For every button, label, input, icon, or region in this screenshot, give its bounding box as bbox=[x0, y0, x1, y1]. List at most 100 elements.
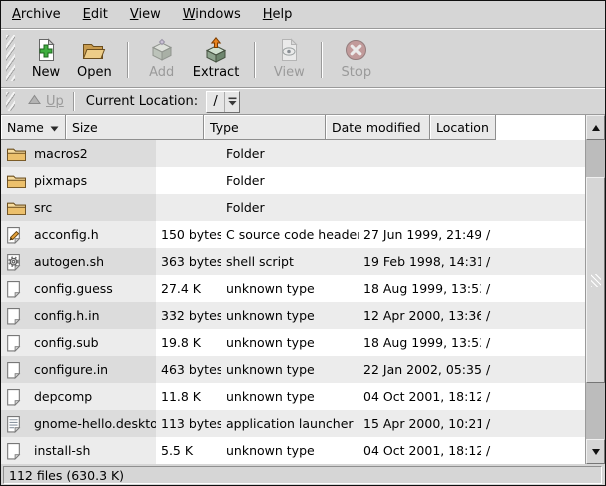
location-cell: / bbox=[481, 275, 585, 302]
type-cell: Folder bbox=[221, 140, 359, 167]
type-cell: shell script bbox=[221, 248, 359, 275]
location-cell bbox=[481, 194, 585, 221]
file-name: macros2 bbox=[34, 146, 88, 161]
menu-item[interactable]: Edit bbox=[72, 2, 119, 27]
menu-item-label: Help bbox=[263, 7, 293, 22]
name-cell: config.guess bbox=[1, 275, 156, 302]
name-cell: gnome-hello.desktop bbox=[1, 410, 156, 437]
size-cell: 332 bytes bbox=[156, 302, 221, 329]
toolbar-button[interactable]: Stop bbox=[332, 35, 380, 82]
file-name: autogen.sh bbox=[34, 254, 104, 269]
name-cell: config.h.in bbox=[1, 302, 156, 329]
menu-item-label: Windows bbox=[183, 7, 241, 22]
location-cell: / bbox=[481, 437, 585, 464]
file-name: config.guess bbox=[34, 281, 113, 296]
table-row[interactable]: install-sh 5.5 K unknown type 04 Oct 200… bbox=[1, 437, 585, 464]
toolbar-button[interactable]: Open bbox=[70, 35, 119, 82]
name-cell: pixmaps bbox=[1, 167, 156, 194]
vertical-scrollbar[interactable] bbox=[585, 115, 605, 464]
name-cell: install-sh bbox=[1, 437, 156, 464]
type-cell: unknown type bbox=[221, 356, 359, 383]
current-location-label: Current Location: bbox=[86, 94, 198, 109]
plain-file-icon bbox=[6, 361, 28, 379]
column-header[interactable]: Location bbox=[430, 115, 496, 140]
size-cell: 11.8 K bbox=[156, 383, 221, 410]
location-bar-drag-handle[interactable] bbox=[6, 92, 15, 111]
size-cell: 113 bytes bbox=[156, 410, 221, 437]
location-cell: / bbox=[481, 383, 585, 410]
new-archive-icon bbox=[33, 37, 59, 63]
file-name: src bbox=[34, 200, 52, 215]
file-name: install-sh bbox=[34, 443, 90, 458]
scrollbar-grip bbox=[591, 274, 601, 287]
location-combo[interactable]: / bbox=[206, 91, 240, 113]
column-header[interactable]: Size bbox=[66, 115, 204, 140]
dropdown-arrow-icon bbox=[224, 92, 239, 112]
table-row[interactable]: configure.in 463 bytes unknown type 22 J… bbox=[1, 356, 585, 383]
location-cell: / bbox=[481, 356, 585, 383]
scrollbar-track[interactable] bbox=[586, 140, 605, 439]
size-cell: 27.4 K bbox=[156, 275, 221, 302]
folder-icon bbox=[6, 199, 28, 216]
table-row[interactable]: config.sub 19.8 K unknown type 18 Aug 19… bbox=[1, 329, 585, 356]
file-name: acconfig.h bbox=[34, 227, 99, 242]
add-package-icon bbox=[149, 37, 175, 63]
type-cell: unknown type bbox=[221, 329, 359, 356]
table-row[interactable]: autogen.sh 363 bytes shell script 19 Feb… bbox=[1, 248, 585, 275]
table-row[interactable]: config.guess 27.4 K unknown type 18 Aug … bbox=[1, 275, 585, 302]
type-cell: application launcher bbox=[221, 410, 359, 437]
table-row[interactable]: macros2 Folder bbox=[1, 140, 585, 167]
location-bar: Up Current Location: / bbox=[1, 89, 605, 114]
scroll-up-button[interactable] bbox=[586, 115, 605, 140]
scrollbar-thumb[interactable] bbox=[586, 177, 605, 383]
column-header-label: Location bbox=[436, 120, 489, 135]
table-row[interactable]: pixmaps Folder bbox=[1, 167, 585, 194]
menu-item[interactable]: Windows bbox=[172, 2, 252, 27]
toolbar-button[interactable]: New bbox=[22, 35, 70, 82]
extract-package-icon bbox=[203, 37, 229, 63]
menu-item[interactable]: View bbox=[119, 2, 172, 27]
plain-file-icon bbox=[6, 280, 28, 298]
date-modified-cell: 18 Aug 1999, 13:53 bbox=[359, 329, 481, 356]
column-header[interactable]: Type bbox=[204, 115, 326, 140]
size-cell: 363 bytes bbox=[156, 248, 221, 275]
column-header[interactable]: Name bbox=[1, 115, 66, 140]
type-cell: Folder bbox=[221, 194, 359, 221]
name-cell: depcomp bbox=[1, 383, 156, 410]
scroll-down-button[interactable] bbox=[586, 439, 605, 464]
size-cell: 463 bytes bbox=[156, 356, 221, 383]
column-header-label: Size bbox=[72, 120, 98, 135]
toolbar-button-label: Add bbox=[149, 65, 174, 80]
up-button[interactable]: Up bbox=[21, 93, 71, 110]
toolbar: New Open Add Extract bbox=[1, 30, 605, 87]
toolbar-drag-handle[interactable] bbox=[6, 35, 15, 81]
plain-file-icon bbox=[6, 442, 28, 460]
type-cell: unknown type bbox=[221, 383, 359, 410]
plain-file-icon bbox=[6, 388, 28, 406]
status-text: 112 files (630.3 K) bbox=[9, 468, 124, 483]
up-arrow-icon bbox=[28, 94, 41, 109]
menu-item[interactable]: Archive bbox=[1, 2, 72, 27]
size-cell: 5.5 K bbox=[156, 437, 221, 464]
table-row[interactable]: src Folder bbox=[1, 194, 585, 221]
file-name: depcomp bbox=[34, 389, 92, 404]
table-row[interactable]: gnome-hello.desktop 113 bytes applicatio… bbox=[1, 410, 585, 437]
folder-icon bbox=[6, 145, 28, 162]
file-name: gnome-hello.desktop bbox=[34, 416, 156, 431]
name-cell: autogen.sh bbox=[1, 248, 156, 275]
column-header[interactable]: Date modified bbox=[326, 115, 430, 140]
date-modified-cell: 04 Oct 2001, 18:12 bbox=[359, 383, 481, 410]
menu-item[interactable]: Help bbox=[252, 2, 304, 27]
toolbar-button[interactable]: Add bbox=[138, 35, 186, 82]
text-file-icon bbox=[6, 415, 28, 433]
sort-indicator-icon bbox=[46, 120, 59, 135]
toolbar-button[interactable]: Extract bbox=[186, 35, 247, 82]
toolbar-button[interactable]: View bbox=[265, 35, 313, 82]
file-name: config.sub bbox=[34, 335, 99, 350]
table-row[interactable]: depcomp 11.8 K unknown type 04 Oct 2001,… bbox=[1, 383, 585, 410]
scroll-up-arrow-icon bbox=[591, 124, 601, 132]
table-row[interactable]: config.h.in 332 bytes unknown type 12 Ap… bbox=[1, 302, 585, 329]
location-combo-value: / bbox=[207, 92, 224, 112]
table-row[interactable]: acconfig.h 150 bytes C source code heade… bbox=[1, 221, 585, 248]
name-cell: macros2 bbox=[1, 140, 156, 167]
